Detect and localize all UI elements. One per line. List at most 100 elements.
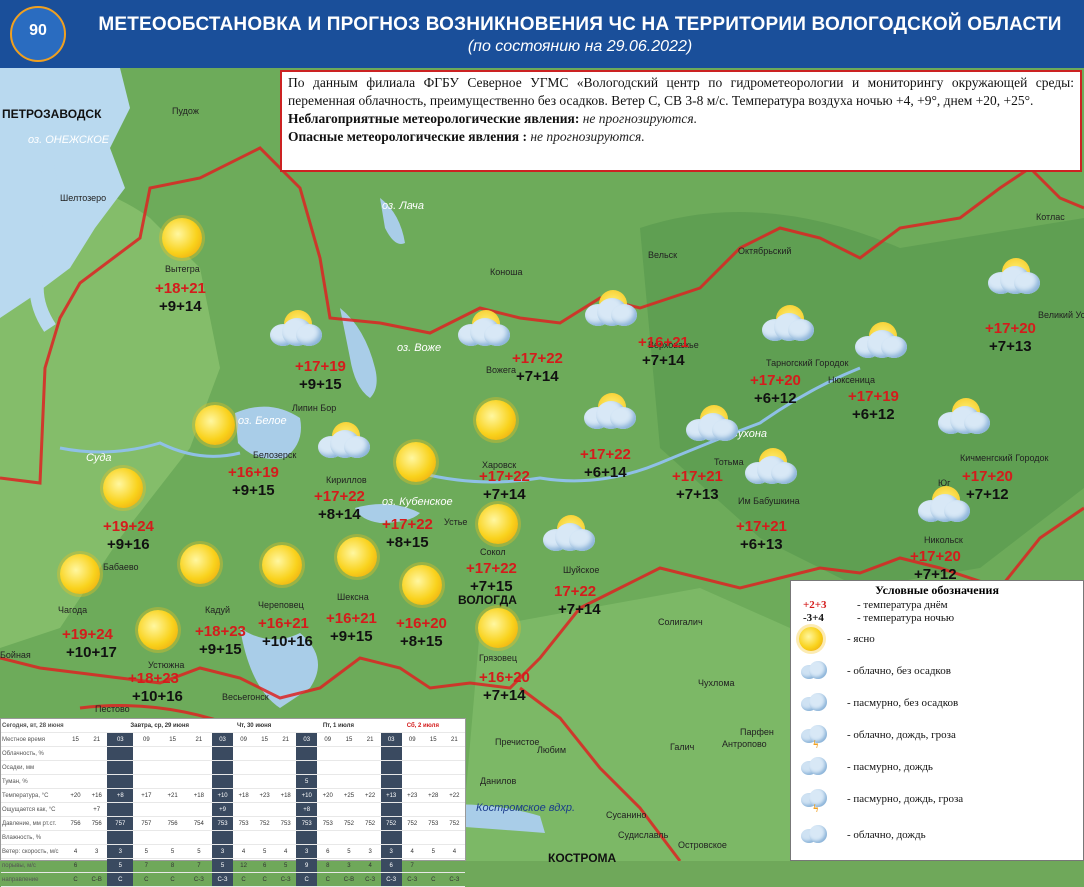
place-label: оз. Белое: [238, 415, 287, 427]
table-cell: +21: [159, 788, 186, 803]
legend-item-label: - ясно: [847, 633, 875, 645]
night-temperature: +10+17: [66, 644, 117, 661]
place-label: Вельск: [648, 250, 678, 260]
table-cell: [159, 746, 186, 761]
place-label: Шексна: [337, 592, 369, 602]
place-label: Устье: [444, 517, 468, 527]
place-label: Солигалич: [658, 617, 703, 627]
table-cell: 753: [212, 816, 234, 831]
table-cell: [107, 774, 134, 789]
table-cell: [443, 830, 465, 845]
place-label: Сусанино: [606, 810, 647, 820]
table-cell: 3: [86, 844, 108, 859]
day-temperature: +17+19: [848, 388, 899, 405]
place-label: Любим: [537, 745, 567, 755]
table-row: Туман, % 5: [1, 774, 465, 789]
place-label: ПЕТРОЗАВОДСК: [2, 107, 102, 121]
table-cell: [296, 746, 318, 761]
night-temperature: +7+14: [483, 486, 526, 503]
place-label: Бабаево: [103, 562, 139, 572]
table-cell: [185, 746, 213, 761]
place-label: оз. Кубенское: [382, 496, 453, 508]
place-label: КОСТРОМА: [548, 851, 617, 865]
table-cell: 15: [159, 732, 186, 747]
table-cell: 03: [296, 732, 318, 747]
table-cell: [380, 760, 402, 775]
table-cell: [233, 802, 255, 817]
table-cell: [65, 760, 87, 775]
table-cell: С-З: [401, 872, 423, 887]
table-day-header: Чт, 30 июня: [212, 719, 297, 733]
place-label: Костромское вдхр.: [476, 802, 576, 814]
table-cell: 15: [422, 732, 444, 747]
table-cell: [133, 760, 160, 775]
cloud-icon: [988, 258, 1040, 296]
place-label: Октябрьский: [738, 246, 792, 256]
sun-icon: [402, 565, 442, 605]
night-temperature: +7+14: [483, 687, 526, 704]
table-cell: [338, 746, 360, 761]
table-cell: С: [133, 872, 160, 887]
table-cell: 752: [443, 816, 465, 831]
table-day-header: Пт, 1 июля: [296, 719, 381, 733]
table-cell: 03: [107, 732, 134, 747]
day-temperature: +16+21: [258, 615, 309, 632]
sun-legend-icon: [799, 627, 823, 651]
table-cell: С-З: [275, 872, 297, 887]
day-temperature: +17+22: [479, 468, 530, 485]
table-row: Облачность, %: [1, 746, 465, 761]
day-temperature: +17+22: [382, 516, 433, 533]
table-cell: [359, 774, 381, 789]
table-cell: [401, 830, 423, 845]
cloud-icon: [686, 405, 738, 443]
cloud-icon: [585, 290, 637, 328]
day-temperature: +17+21: [672, 468, 723, 485]
table-cell: [317, 830, 339, 845]
sun-icon: [476, 400, 516, 440]
cloud-icon: [938, 398, 990, 436]
table-cell: [380, 746, 402, 761]
table-cell: 4: [443, 844, 465, 859]
table-cell: [317, 760, 339, 775]
table-cell: 5: [185, 844, 213, 859]
table-day-header: [65, 719, 108, 733]
table-row: Температура, °С +20 +16 +8 +17 +21 +18 +10 +18 +2…: [1, 788, 465, 803]
sun-icon: [478, 504, 518, 544]
table-row-label: направление: [1, 872, 65, 887]
day-temperature: 17+22: [554, 583, 597, 600]
table-cell: [275, 774, 297, 789]
info-text: По данным филиала ФГБУ Северное УГМС «Во…: [288, 75, 1074, 108]
table-cell: С-З: [380, 872, 402, 887]
place-label: Парфен: [740, 727, 774, 737]
sun-icon: [396, 442, 436, 482]
map-legend: Условные обозначения +2+3 - температура …: [790, 580, 1084, 861]
night-temperature: +7+13: [989, 338, 1032, 355]
table-cell: 752: [401, 816, 423, 831]
table-day-header: Сб, 2 июля: [380, 719, 465, 733]
place-label: Котлас: [1036, 212, 1065, 222]
table-cell: С-З: [185, 872, 213, 887]
table-row: Ощущается как, °С +7 +9 +8: [1, 802, 465, 817]
table-cell: 753: [317, 816, 339, 831]
table-cell: 754: [185, 816, 213, 831]
legend-item-label: - облачно, дождь, гроза: [847, 729, 956, 741]
table-cell: 753: [233, 816, 255, 831]
table-cell: 757: [133, 816, 160, 831]
day-temperature: +17+22: [512, 350, 563, 367]
night-temperature: +6+12: [754, 390, 797, 407]
table-cell: С: [65, 872, 87, 887]
place-label: Чухлома: [698, 678, 735, 688]
table-cell: [233, 830, 255, 845]
table-cell: [443, 802, 465, 817]
night-temperature: +9+16: [107, 536, 150, 553]
stormo-legend-icon: ϟ: [799, 787, 831, 815]
table-cell: [254, 774, 276, 789]
night-temperature: +7+14: [642, 352, 685, 369]
table-row: Давление, мм рт.ст. 756 756 757 757 756 754 753…: [1, 816, 465, 831]
day-temperature: +18+21: [155, 280, 206, 297]
table-cell: [159, 774, 186, 789]
table-cell: +23: [401, 788, 423, 803]
cloud-icon: [458, 310, 510, 348]
place-label: Им Бабушкина: [738, 496, 800, 506]
day-temperature: +18+23: [195, 623, 246, 640]
